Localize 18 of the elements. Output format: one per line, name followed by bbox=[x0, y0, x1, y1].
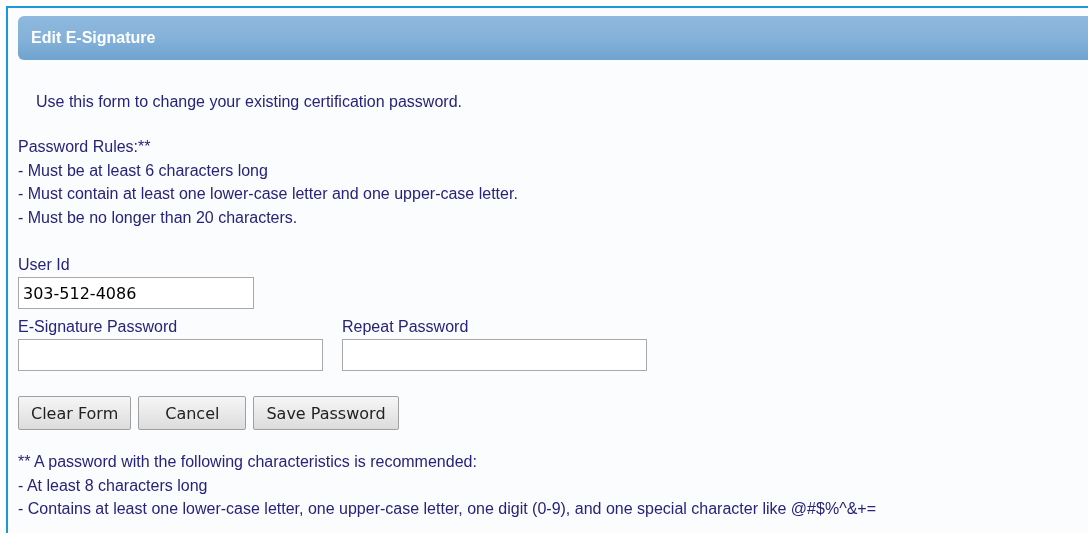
panel-header: Edit E-Signature bbox=[18, 16, 1088, 60]
rule-item: - Must contain at least one lower-case letter and one upper-case letter. bbox=[18, 184, 519, 204]
field-label: User Id bbox=[18, 255, 71, 275]
form-button[interactable]: Cancel bbox=[138, 396, 247, 430]
rules-heading: Password Rules:** bbox=[18, 137, 152, 157]
form-button[interactable]: Save Password bbox=[253, 396, 399, 430]
form-button[interactable]: Clear Form bbox=[18, 396, 132, 430]
input-field[interactable]: 303-512-4086 bbox=[18, 277, 254, 309]
field-label: Repeat Password bbox=[342, 317, 470, 337]
password-field[interactable] bbox=[18, 339, 323, 371]
intro-text: Use this form to change your existing certification password. bbox=[36, 92, 463, 112]
rule-item: - Must be no longer than 20 characters. bbox=[18, 207, 299, 228]
recommendation-item: - Contains at least one lower-case letter, one upper-case letter, one digit (0-9), and one special character like @#$%^&+= bbox=[18, 499, 877, 519]
rule-item: - Must be at least 6 characters long bbox=[18, 160, 269, 181]
recommendation-heading: ** A password with the following characteristics is recommended: bbox=[18, 452, 478, 472]
password-field[interactable] bbox=[342, 339, 647, 371]
field-label: E-Signature Password bbox=[18, 317, 179, 337]
recommendation-item: - At least 8 characters long bbox=[18, 475, 209, 496]
